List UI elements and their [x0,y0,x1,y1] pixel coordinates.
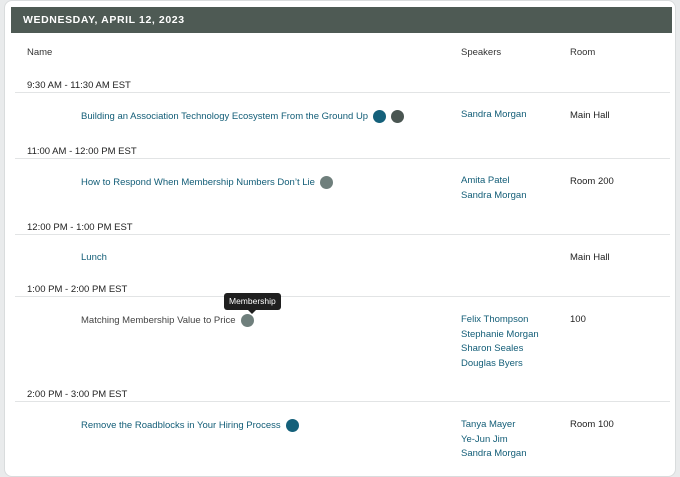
tag-dot-icon[interactable] [391,110,405,123]
speaker-link[interactable]: Sandra Morgan [461,189,526,204]
tag-dot-icon[interactable] [240,314,254,327]
speaker-link[interactable]: Ye-Jun Jim [461,433,526,448]
tag-dot-icon[interactable] [373,110,387,123]
column-header-room: Room [570,47,596,58]
speaker-list: Felix Thompson Stephanie Morgan Sharon S… [461,313,539,371]
time-slot-label: 12:00 PM - 1:00 PM EST [27,222,133,233]
room-label: 100 [570,314,586,325]
speaker-link[interactable]: Sandra Morgan [461,108,526,123]
session-row-title: Building an Association Technology Ecosy… [81,110,405,123]
time-slot-label: 9:30 AM - 11:30 AM EST [27,80,131,91]
session-title-link[interactable]: Building an Association Technology Ecosy… [81,111,368,122]
column-header-speakers: Speakers [461,47,502,58]
schedule-card [4,0,676,477]
day-header: WEDNESDAY, APRIL 12, 2023 [11,7,672,33]
divider [15,234,670,235]
room-label: Room 100 [570,419,614,430]
session-title-link[interactable]: How to Respond When Membership Numbers D… [81,177,315,188]
divider [15,158,670,159]
session-row-title: How to Respond When Membership Numbers D… [81,176,333,189]
speaker-link[interactable]: Felix Thompson [461,313,539,328]
session-row-title: Matching Membership Value to Price [81,314,254,327]
room-label: Room 200 [570,176,614,187]
session-title-link[interactable]: Lunch [81,252,107,263]
speaker-link[interactable]: Stephanie Morgan [461,328,539,343]
speaker-link[interactable]: Amita Patel [461,174,526,189]
speaker-link[interactable]: Douglas Byers [461,357,539,372]
tag-tooltip: Membership [224,293,281,314]
time-slot-label: 11:00 AM - 12:00 PM EST [27,146,137,157]
session-title: Matching Membership Value to Price [81,315,236,326]
session-title-link[interactable]: Remove the Roadblocks in Your Hiring Pro… [81,420,281,431]
session-row-title: Lunch [81,252,107,263]
speaker-list: Sandra Morgan [461,108,526,123]
room-label: Main Hall [570,110,610,121]
speaker-link[interactable]: Sharon Seales [461,342,539,357]
divider [15,401,670,402]
speaker-list: Tanya Mayer Ye-Jun Jim Sandra Morgan [461,418,526,462]
column-header-name: Name [27,47,53,58]
tag-dot-icon[interactable] [319,176,333,189]
speaker-link[interactable]: Tanya Mayer [461,418,526,433]
time-slot-label: 1:00 PM - 2:00 PM EST [27,284,128,295]
speaker-link[interactable]: Sandra Morgan [461,447,526,462]
session-row-title: Remove the Roadblocks in Your Hiring Pro… [81,419,299,432]
time-slot-label: 2:00 PM - 3:00 PM EST [27,389,128,400]
speaker-list: Amita Patel Sandra Morgan [461,174,526,203]
divider [15,92,670,93]
room-label: Main Hall [570,252,610,263]
divider [15,296,670,297]
tag-dot-icon[interactable] [285,419,299,432]
